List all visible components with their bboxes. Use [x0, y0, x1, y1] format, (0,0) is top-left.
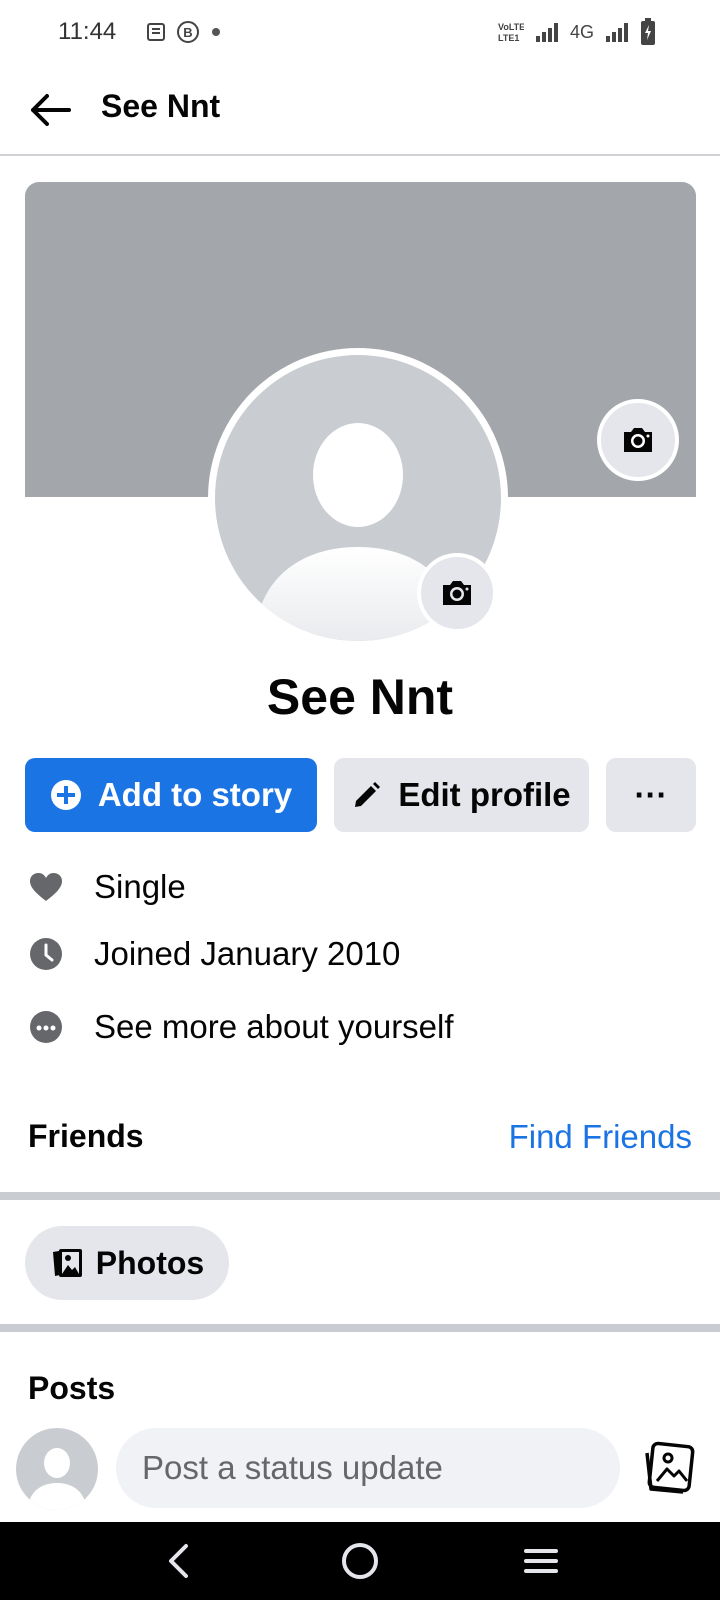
see-more-text: See more about yourself — [94, 1008, 454, 1045]
nav-recents-button[interactable] — [516, 1536, 566, 1586]
edit-profile-picture-button[interactable] — [417, 553, 497, 633]
photos-button[interactable]: Photos — [25, 1226, 229, 1300]
composer-avatar — [16, 1428, 98, 1510]
top-app-bar: See Nnt — [0, 66, 720, 156]
status-time: 11:44 — [58, 18, 117, 45]
camera-icon — [443, 581, 471, 605]
nav-home-icon — [342, 1543, 378, 1579]
info-joined: Joined January 2010 — [28, 935, 400, 973]
back-arrow-icon — [31, 94, 71, 126]
photos-icon — [50, 1246, 84, 1280]
add-to-story-button[interactable]: Add to story — [25, 758, 317, 832]
status-system-icons: VoLTE LTE1 4G — [498, 18, 656, 46]
profile-name: See Nnt — [266, 669, 454, 725]
signal-icon-2 — [606, 23, 628, 42]
page-title: See Nnt — [101, 88, 221, 124]
network-type: 4G — [569, 21, 594, 42]
heart-icon — [28, 869, 64, 905]
edit-cover-photo-button[interactable] — [597, 399, 679, 481]
pencil-icon — [352, 780, 382, 810]
status-update-placeholder: Post a status update — [142, 1449, 443, 1486]
photo-gallery-icon — [645, 1441, 695, 1494]
joined-text: Joined January 2010 — [94, 935, 401, 972]
clock-icon — [28, 936, 64, 972]
nav-back-icon — [169, 1544, 188, 1578]
more-options-label: ··· — [634, 776, 668, 813]
edit-profile-button[interactable]: Edit profile — [334, 758, 589, 832]
section-divider — [0, 1192, 720, 1200]
nav-home-button[interactable] — [335, 1536, 385, 1586]
status-notification-icons: B — [146, 20, 224, 44]
svg-text:LTE1: LTE1 — [498, 33, 519, 43]
camera-icon — [624, 428, 652, 452]
nav-back-button[interactable] — [154, 1536, 204, 1586]
more-dots-icon — [28, 1009, 64, 1045]
photos-label: Photos — [95, 1244, 205, 1281]
nav-menu-icon — [524, 1549, 558, 1573]
plus-circle-icon — [50, 779, 82, 811]
default-avatar-icon — [28, 1448, 86, 1510]
volte-icon: VoLTELTE1 — [498, 22, 524, 43]
add-photo-button[interactable] — [642, 1440, 698, 1496]
svg-text:B: B — [183, 25, 192, 40]
b-icon: B — [177, 21, 199, 43]
info-relationship: Single — [28, 868, 186, 906]
friends-heading: Friends — [28, 1118, 144, 1154]
add-to-story-label: Add to story — [97, 776, 293, 813]
edit-profile-label: Edit profile — [398, 776, 571, 813]
signal-icon — [535, 23, 558, 42]
more-options-button[interactable]: ··· — [606, 758, 696, 832]
status-bar: 11:44 B VoLTE LTE1 4G — [0, 0, 720, 66]
back-button[interactable] — [22, 82, 78, 138]
news-icon — [147, 23, 165, 41]
svg-text:VoLTE: VoLTE — [498, 22, 524, 32]
system-navigation-bar — [0, 1522, 720, 1600]
section-divider — [0, 1324, 720, 1332]
relationship-text: Single — [94, 868, 186, 905]
find-friends-link[interactable]: Find Friends — [509, 1118, 692, 1156]
battery-icon — [641, 18, 655, 45]
posts-heading: Posts — [28, 1370, 116, 1406]
see-more-about-yourself[interactable]: See more about yourself — [28, 1008, 454, 1046]
status-update-input[interactable]: Post a status update — [116, 1428, 620, 1508]
dot-icon — [212, 28, 220, 36]
